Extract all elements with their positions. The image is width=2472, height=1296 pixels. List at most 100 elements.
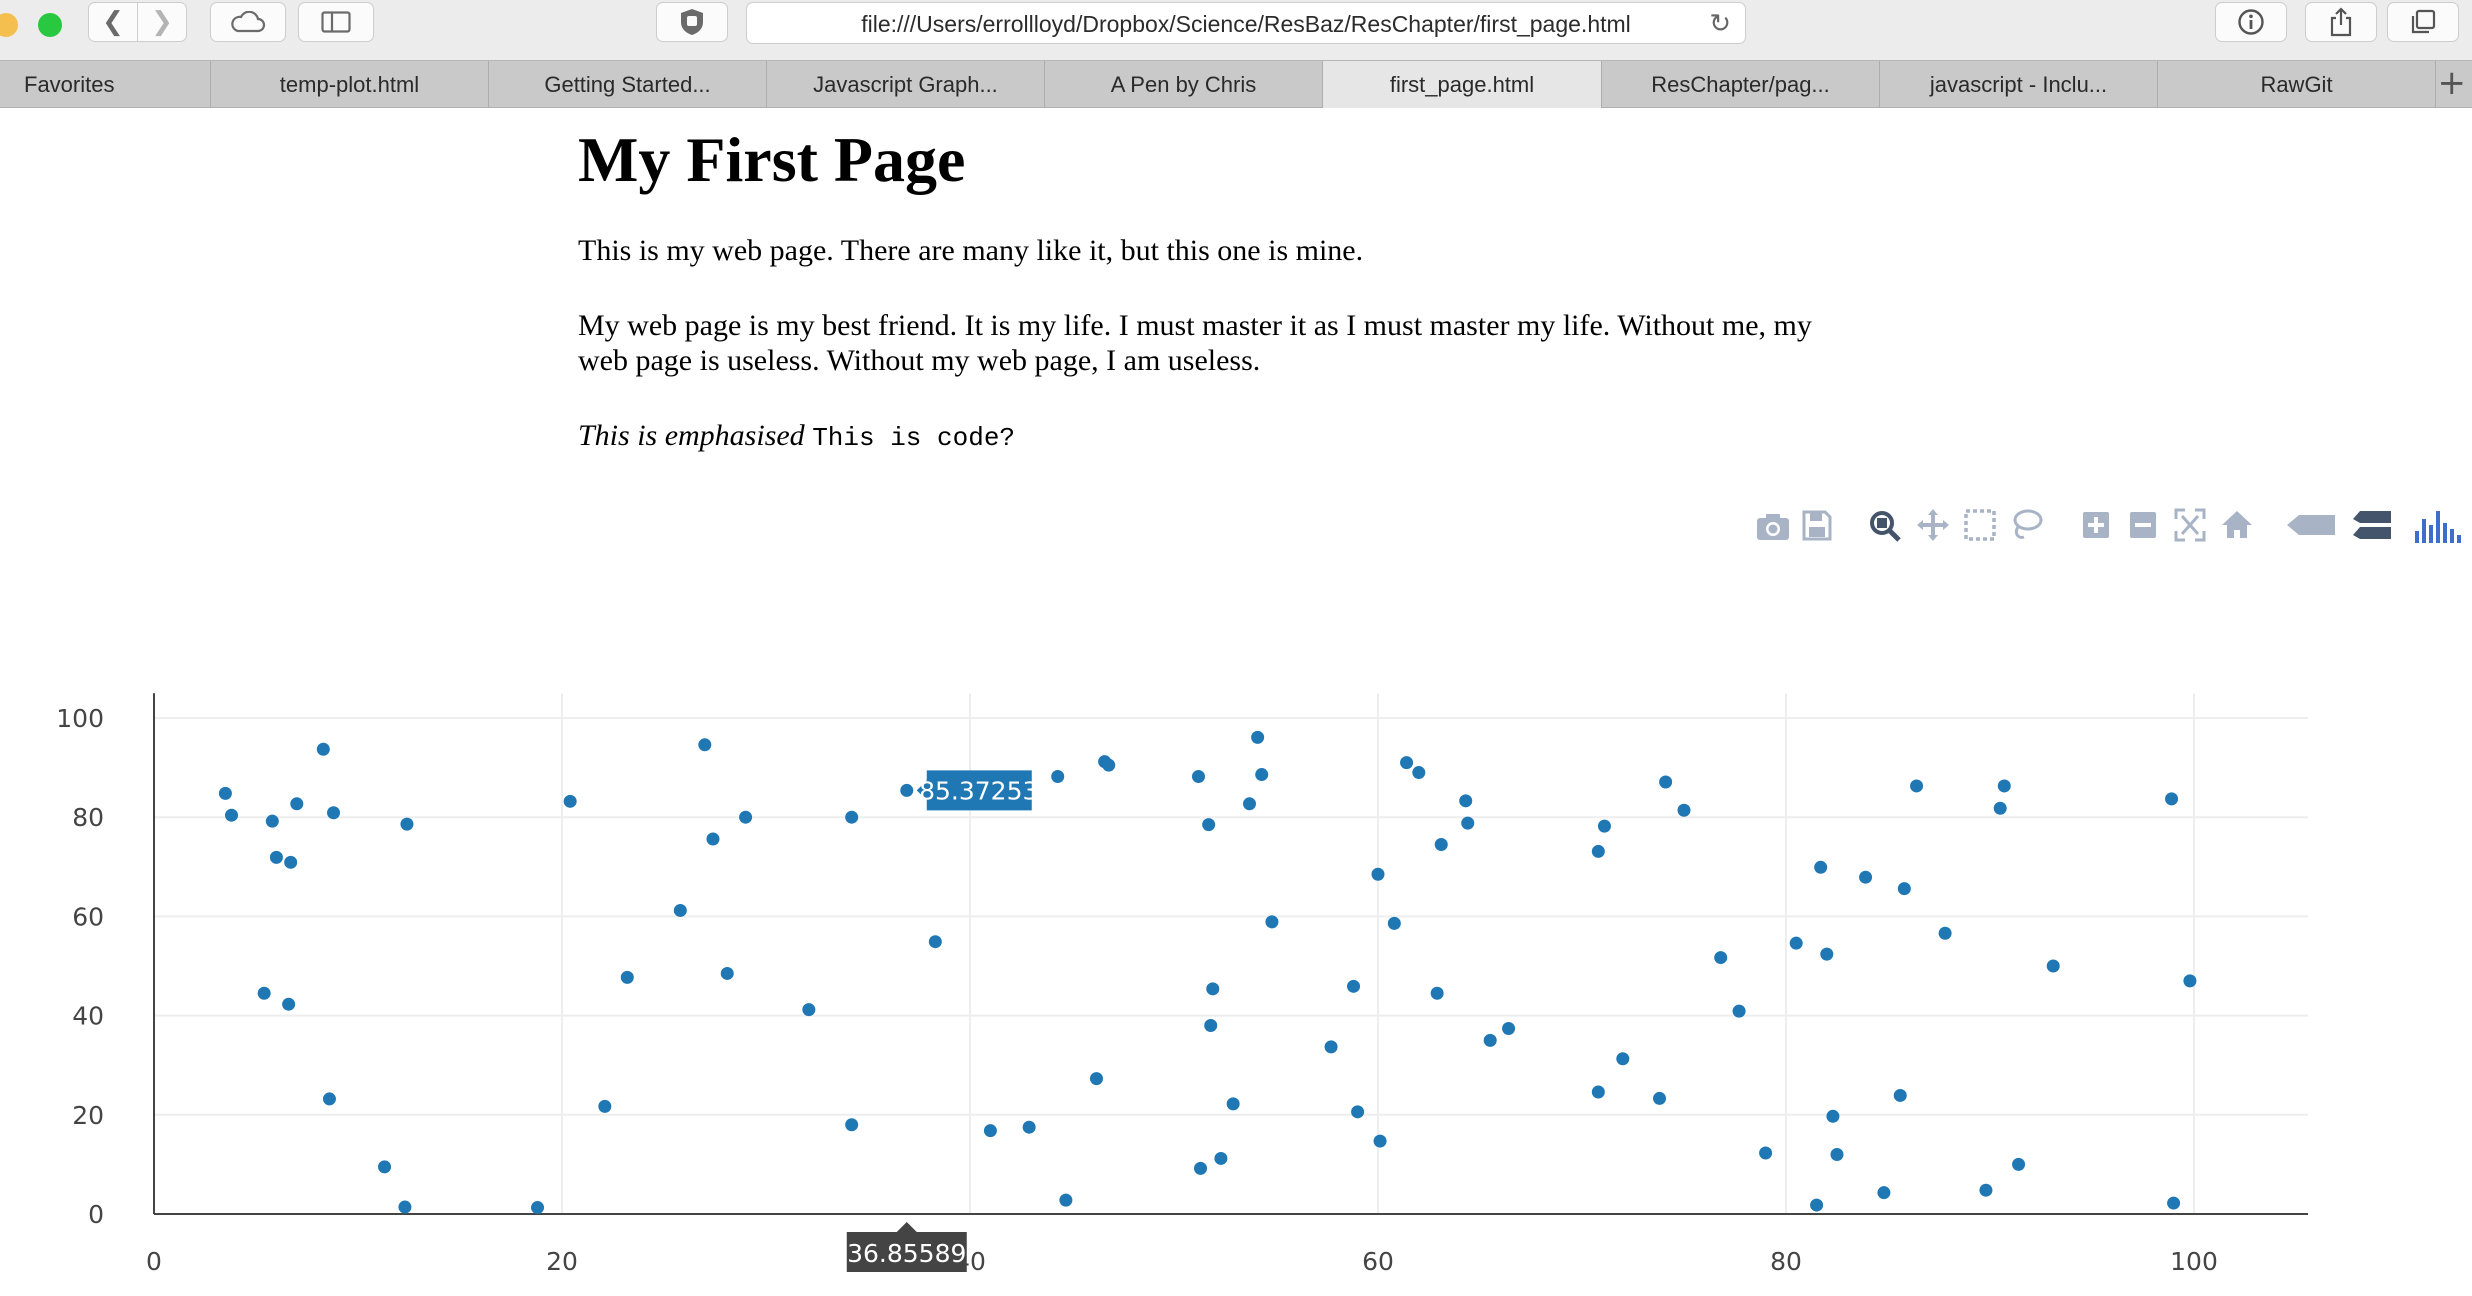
data-point[interactable] <box>1997 779 2011 793</box>
data-point[interactable] <box>720 966 734 980</box>
data-point[interactable] <box>1059 1193 1073 1207</box>
data-point[interactable] <box>1089 1072 1103 1086</box>
data-point[interactable] <box>1242 797 1256 811</box>
share-button[interactable] <box>2305 2 2377 42</box>
data-point[interactable] <box>1893 1088 1907 1102</box>
data-point[interactable] <box>1814 860 1828 874</box>
reset-axes-icon[interactable] <box>2220 505 2254 545</box>
data-point[interactable] <box>983 1124 997 1138</box>
spike-lines-icon[interactable] <box>2285 505 2337 545</box>
data-point[interactable] <box>322 1092 336 1106</box>
data-point[interactable] <box>1820 947 1834 961</box>
data-point[interactable] <box>1412 766 1426 780</box>
data-point[interactable] <box>269 850 283 864</box>
data-point[interactable] <box>1202 818 1216 832</box>
data-point[interactable] <box>1979 1183 1993 1197</box>
privacy-report-button[interactable] <box>656 2 728 42</box>
data-point[interactable] <box>698 738 712 752</box>
data-point[interactable] <box>739 810 753 824</box>
data-point[interactable] <box>1714 951 1728 965</box>
data-point[interactable] <box>1351 1105 1365 1119</box>
zoom-out-icon[interactable] <box>2127 505 2159 545</box>
data-point[interactable] <box>378 1160 392 1174</box>
tab-temp-plot[interactable]: temp-plot.html <box>211 61 489 108</box>
zoom-window-button[interactable] <box>38 13 62 37</box>
data-point[interactable] <box>1265 915 1279 929</box>
data-point[interactable] <box>327 806 341 820</box>
data-point[interactable] <box>265 814 279 828</box>
autoscale-icon[interactable] <box>2173 505 2207 545</box>
data-point[interactable] <box>1371 867 1385 881</box>
data-point[interactable] <box>673 903 687 917</box>
data-point[interactable] <box>845 810 859 824</box>
data-point[interactable] <box>1993 801 2007 815</box>
tab-javascript-include[interactable]: javascript - Inclu... <box>1880 61 2158 108</box>
data-point[interactable] <box>2165 792 2179 806</box>
data-point[interactable] <box>398 1200 412 1214</box>
data-point[interactable] <box>1659 775 1673 789</box>
data-point[interactable] <box>620 970 634 984</box>
tab-reschapter[interactable]: ResChapter/pag... <box>1602 61 1880 108</box>
tab-overview-button[interactable] <box>2387 2 2459 42</box>
tab-favorites[interactable]: Favorites <box>0 61 211 108</box>
tab-pen-by-chris[interactable]: A Pen by Chris <box>1045 61 1323 108</box>
data-point[interactable] <box>1591 1085 1605 1099</box>
data-point[interactable] <box>1461 816 1475 830</box>
data-point[interactable] <box>1591 844 1605 858</box>
data-point[interactable] <box>928 935 942 949</box>
data-points[interactable] <box>218 730 2197 1215</box>
data-point[interactable] <box>1759 1146 1773 1160</box>
data-point[interactable] <box>598 1099 612 1113</box>
reload-icon[interactable]: ↻ <box>1709 9 1731 39</box>
data-point[interactable] <box>1255 768 1269 782</box>
data-point[interactable] <box>1653 1091 1667 1105</box>
data-point[interactable] <box>225 808 239 822</box>
data-point[interactable] <box>1897 882 1911 896</box>
tab-rawgit[interactable]: RawGit <box>2158 61 2436 108</box>
camera-icon[interactable] <box>1755 505 1791 545</box>
data-point[interactable] <box>1434 837 1448 851</box>
data-point[interactable] <box>706 832 720 846</box>
data-point[interactable] <box>1206 982 1220 996</box>
icloud-tabs-button[interactable] <box>210 2 286 42</box>
data-point[interactable] <box>1194 1161 1208 1175</box>
info-button[interactable] <box>2215 2 2287 42</box>
data-point[interactable] <box>900 783 914 797</box>
minimize-window-button[interactable] <box>0 13 18 37</box>
data-point[interactable] <box>282 997 296 1011</box>
data-point[interactable] <box>218 786 232 800</box>
data-point[interactable] <box>1324 1040 1338 1054</box>
data-point[interactable] <box>1051 770 1065 784</box>
zoom-icon[interactable] <box>1868 505 1902 545</box>
data-point[interactable] <box>1789 936 1803 950</box>
compare-hover-icon[interactable] <box>2351 505 2395 545</box>
data-point[interactable] <box>1483 1033 1497 1047</box>
data-point[interactable] <box>1400 756 1414 770</box>
url-text[interactable]: file:///Users/errollloyd/Dropbox/Science… <box>747 11 1745 38</box>
data-point[interactable] <box>1732 1004 1746 1018</box>
data-point[interactable] <box>1022 1120 1036 1134</box>
forward-button[interactable]: ❯ <box>137 2 187 42</box>
box-select-icon[interactable] <box>1963 505 1997 545</box>
plotly-logo-icon[interactable] <box>2411 505 2465 545</box>
pan-icon[interactable] <box>1915 505 1951 545</box>
tab-getting-started[interactable]: Getting Started... <box>489 61 767 108</box>
data-point[interactable] <box>1597 819 1611 833</box>
data-point[interactable] <box>1347 979 1361 993</box>
data-point[interactable] <box>531 1201 545 1215</box>
data-point[interactable] <box>2046 959 2060 973</box>
data-point[interactable] <box>1430 986 1444 1000</box>
data-point[interactable] <box>316 742 330 756</box>
data-point[interactable] <box>1226 1097 1240 1111</box>
data-point[interactable] <box>1459 794 1473 808</box>
data-point[interactable] <box>290 797 304 811</box>
back-button[interactable]: ❮ <box>88 2 138 42</box>
new-tab-plus-icon[interactable]: + <box>2438 63 2467 103</box>
lasso-icon[interactable] <box>2010 505 2044 545</box>
data-point[interactable] <box>1938 926 1952 940</box>
data-point[interactable] <box>1677 803 1691 817</box>
data-point[interactable] <box>1373 1134 1387 1148</box>
data-point[interactable] <box>257 986 271 1000</box>
tab-javascript-graph[interactable]: Javascript Graph... <box>767 61 1045 108</box>
data-point[interactable] <box>1191 770 1205 784</box>
